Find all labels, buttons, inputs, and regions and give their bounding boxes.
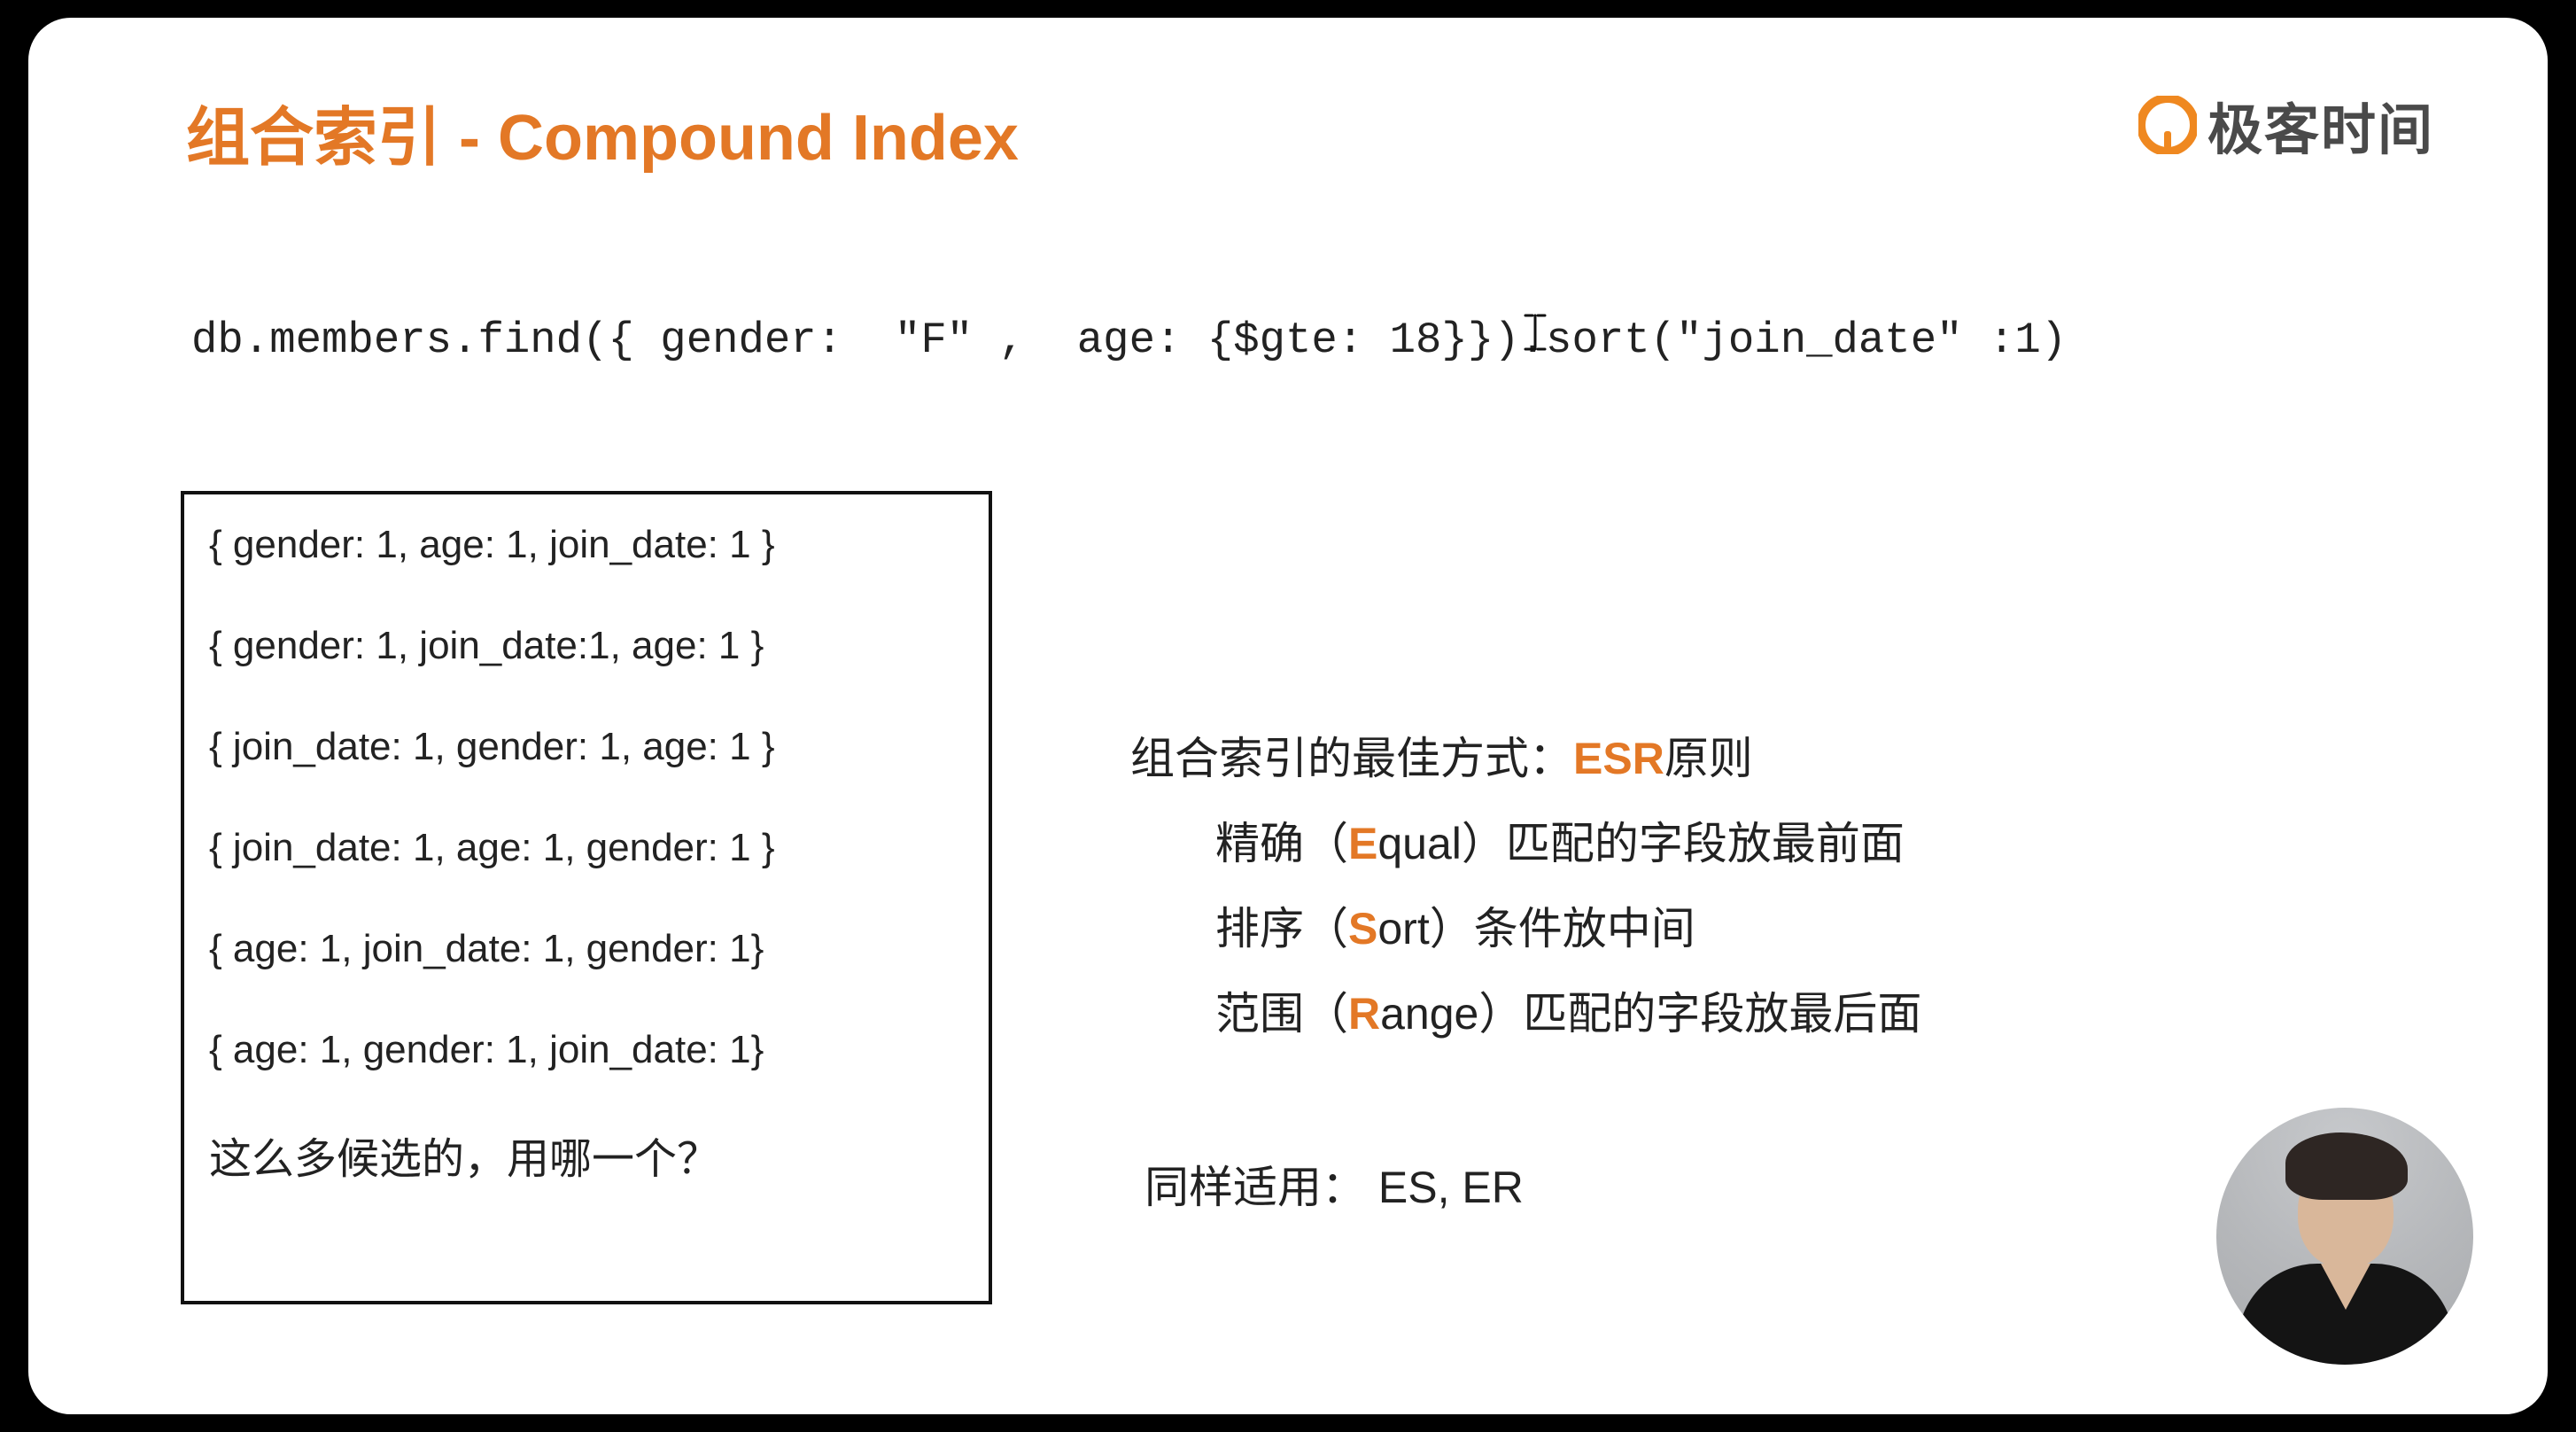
index-candidate: { join_date: 1, age: 1, gender: 1 } — [209, 826, 964, 870]
index-candidate: { gender: 1, age: 1, join_date: 1 } — [209, 523, 964, 567]
query-code-line: db.members.find({ gender: "F" , age: {$g… — [191, 315, 2067, 365]
esr-heading-accent: ESR — [1573, 734, 1664, 783]
lightbulb-icon — [2138, 96, 2197, 154]
esr-heading: 组合索引的最佳方式：ESR原则 — [1130, 716, 1921, 801]
candidates-question: 这么多候选的，用哪一个？ — [209, 1124, 964, 1186]
index-candidates-box: { gender: 1, age: 1, join_date: 1 } { ge… — [181, 491, 992, 1304]
esr-rule-equal: 精确（Equal）匹配的字段放最前面 — [1130, 801, 1921, 886]
esr-rule-sort: 排序（Sort）条件放中间 — [1130, 886, 1921, 971]
presenter-avatar — [2216, 1108, 2473, 1365]
esr-principle-block: 组合索引的最佳方式：ESR原则 精确（Equal）匹配的字段放最前面 排序（So… — [1130, 716, 1921, 1056]
index-candidate: { gender: 1, join_date:1, age: 1 } — [209, 624, 964, 668]
brand-logo: 极客时间 — [2138, 85, 2434, 165]
esr-rule-range: 范围（Range）匹配的字段放最后面 — [1130, 971, 1921, 1056]
esr-heading-post: 原则 — [1664, 734, 1753, 783]
index-candidate: { age: 1, gender: 1, join_date: 1} — [209, 1028, 964, 1072]
index-candidate: { join_date: 1, gender: 1, age: 1 } — [209, 725, 964, 769]
esr-heading-pre: 组合索引的最佳方式： — [1130, 734, 1573, 783]
slide-viewport: 组合索引 - Compound Index 极客时间 db.members.fi… — [28, 18, 2548, 1414]
brand-logo-text: 极客时间 — [2207, 85, 2434, 165]
also-applies-line: 同样适用： ES, ER — [1144, 1152, 1524, 1216]
slide-title: 组合索引 - Compound Index — [186, 85, 1019, 178]
index-candidate: { age: 1, join_date: 1, gender: 1} — [209, 927, 964, 971]
